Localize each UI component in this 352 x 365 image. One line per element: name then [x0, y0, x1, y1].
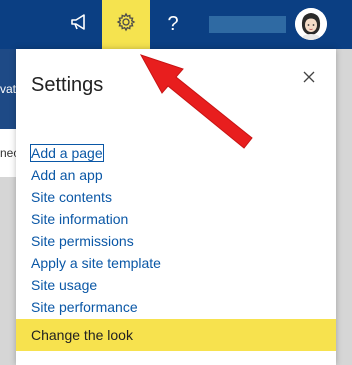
help-button[interactable]: ?: [155, 0, 191, 49]
menu-item-add-an-app[interactable]: Add an app: [16, 164, 336, 186]
menu-item-site-information[interactable]: Site information: [16, 208, 336, 230]
close-icon: [303, 70, 315, 88]
menu-item-change-the-look[interactable]: Change the look: [16, 319, 336, 351]
user-name-redacted: [209, 16, 286, 33]
announcements-button[interactable]: [60, 0, 100, 49]
menu-item-site-contents[interactable]: Site contents: [16, 186, 336, 208]
underlay-text: vat: [0, 82, 17, 96]
megaphone-icon: [69, 12, 91, 37]
menu-item-site-performance[interactable]: Site performance: [16, 296, 336, 318]
suite-header: ?: [0, 0, 352, 49]
settings-button[interactable]: [102, 0, 150, 49]
settings-panel: Settings Add a page Add an app Site cont…: [16, 49, 336, 365]
help-icon: ?: [167, 13, 179, 35]
gear-icon: [116, 12, 136, 37]
menu-item-site-usage[interactable]: Site usage: [16, 274, 336, 296]
close-button[interactable]: [299, 69, 319, 89]
menu-item-site-permissions[interactable]: Site permissions: [16, 230, 336, 252]
panel-title: Settings: [31, 74, 104, 96]
menu-item-apply-site-template[interactable]: Apply a site template: [16, 252, 336, 274]
menu-item-add-a-page[interactable]: Add a page: [16, 142, 336, 164]
avatar[interactable]: [295, 8, 327, 40]
settings-menu: Add a page Add an app Site contents Site…: [16, 142, 336, 351]
